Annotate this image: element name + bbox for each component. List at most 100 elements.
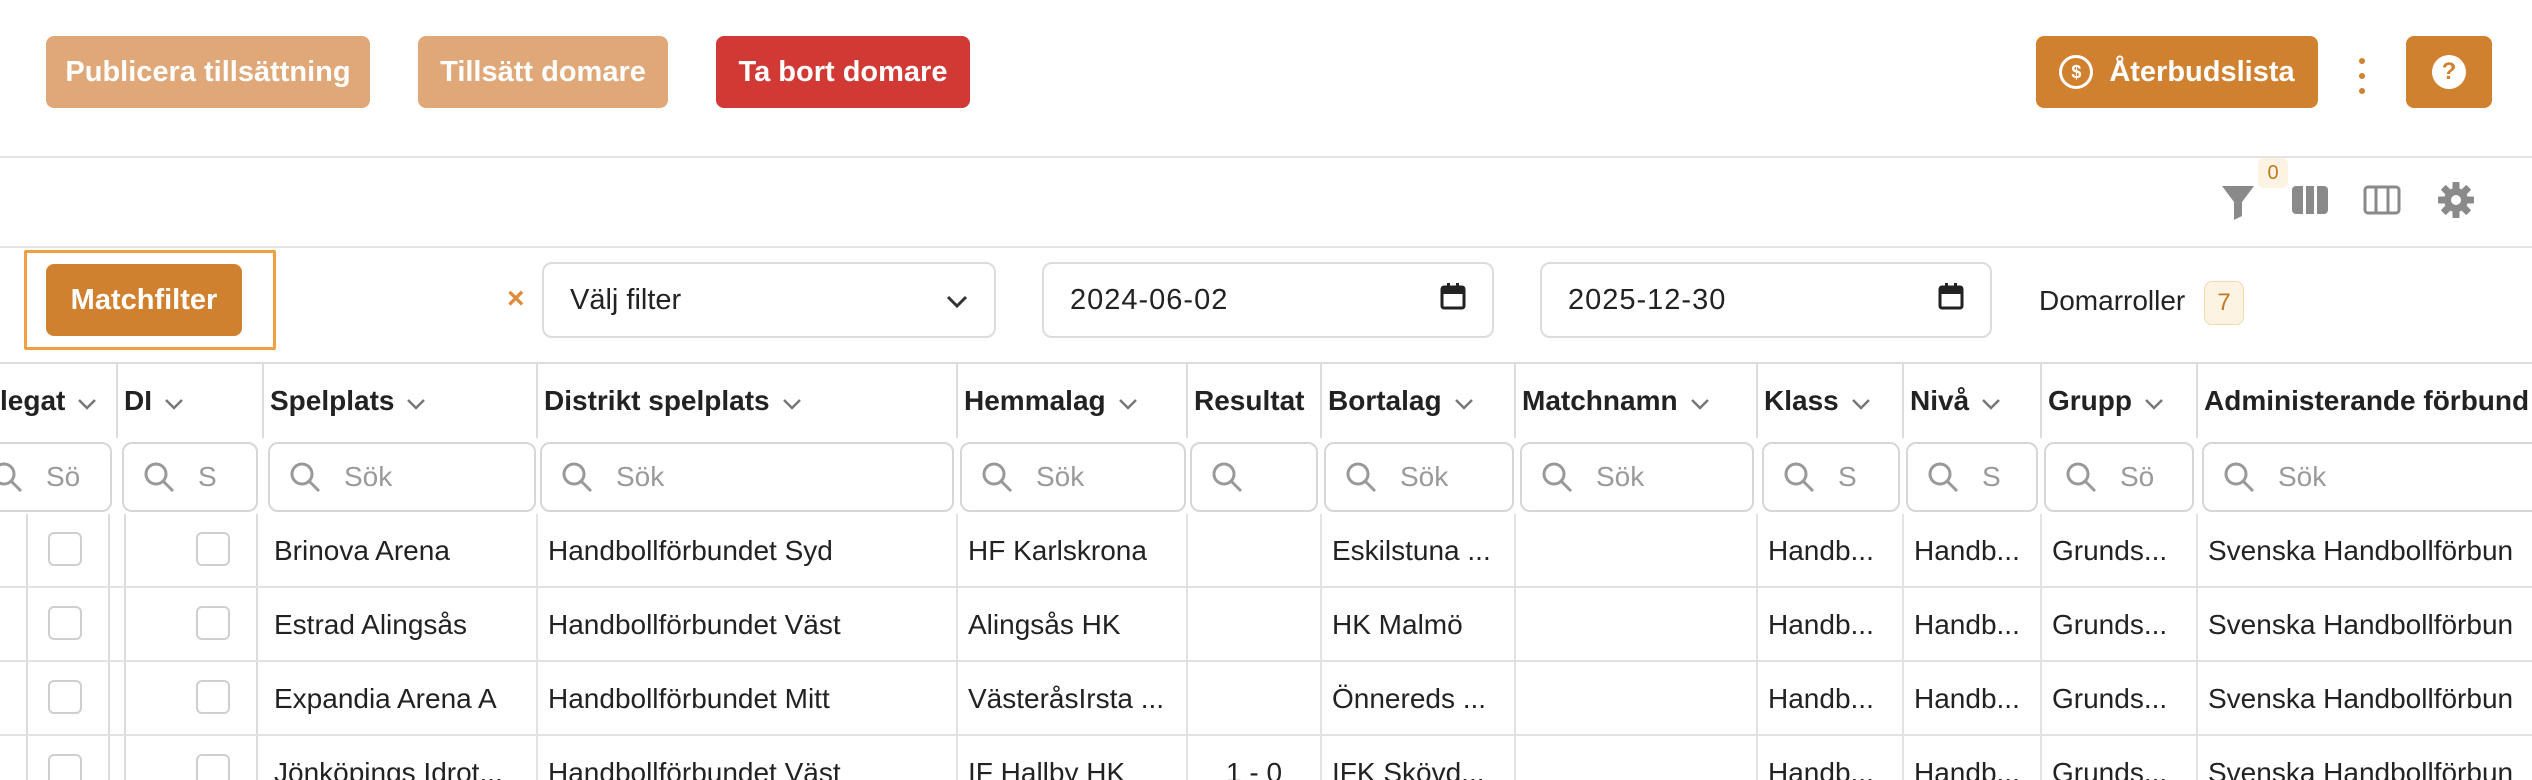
search-input-di[interactable]: S (122, 442, 258, 512)
cancellation-list-label: Återbudslista (2109, 55, 2295, 88)
cell-distrikt: Handbollförbundet Väst (538, 588, 958, 662)
matches-grid: legat DI Spelplats Distrikt spelplats He… (0, 362, 2532, 780)
search-input-spelplats[interactable]: Sök (268, 442, 536, 512)
column-header-label: Bortalag (1328, 385, 1442, 416)
chevron-down-icon (782, 385, 802, 417)
date-from-input[interactable]: 2024-06-02 (1042, 262, 1494, 338)
cell-matchnamn (1516, 514, 1758, 588)
filter-select-value: Välj filter (570, 283, 682, 316)
columns-outline-icon[interactable] (2362, 178, 2402, 222)
di-checkbox[interactable] (196, 606, 230, 640)
date-to-input[interactable]: 2025-12-30 (1540, 262, 1992, 338)
cell-distrikt: Handbollförbundet Mitt (538, 662, 958, 736)
search-input-niva[interactable]: S (1906, 442, 2038, 512)
column-header-administerande-forbund[interactable]: Administerande förbund (2198, 364, 2532, 438)
cell-klass: Handb... (1758, 736, 1904, 780)
more-options-icon[interactable] (2350, 58, 2374, 94)
cell-resultat (1188, 588, 1322, 662)
search-input-hemmalag[interactable]: Sök (960, 442, 1186, 512)
cell-spelplats: Estrad Alingsås (264, 588, 538, 662)
dollar-icon: $ (2059, 55, 2094, 89)
column-divider (256, 514, 258, 780)
cell-niva: Handb... (1904, 588, 2042, 662)
filter-count-badge: 0 (2258, 158, 2288, 188)
di-checkbox[interactable] (196, 680, 230, 714)
chevron-down-icon (77, 385, 97, 417)
cell-niva: Handb... (1904, 662, 2042, 736)
column-header-spelplats[interactable]: Spelplats (264, 364, 538, 438)
column-header-bortalag[interactable]: Bortalag (1322, 364, 1516, 438)
column-header-niva[interactable]: Nivå (1904, 364, 2042, 438)
search-placeholder: Sök (1036, 461, 1085, 492)
filter-icon[interactable] (2218, 178, 2258, 222)
chevron-down-icon (164, 385, 184, 417)
column-header-delegat[interactable]: legat (0, 364, 118, 438)
di-checkbox[interactable] (196, 532, 230, 566)
search-placeholder: Sök (2278, 461, 2327, 492)
column-header-di[interactable]: DI (118, 364, 264, 438)
search-icon (1212, 462, 1243, 493)
assign-referee-button[interactable]: Tillsätt domare (418, 36, 668, 108)
referee-roles-label: Domarroller (2039, 285, 2186, 316)
chevron-down-icon (1690, 385, 1710, 417)
search-input-klass[interactable]: S (1762, 442, 1900, 512)
search-placeholder: Sök (1596, 461, 1645, 492)
search-input-grupp[interactable]: Sö (2044, 442, 2194, 512)
search-input-delegat[interactable]: Sö (0, 442, 112, 512)
search-icon (2224, 462, 2255, 493)
delegat-checkbox[interactable] (48, 532, 82, 566)
search-input-administerande-forbund[interactable]: Sök (2202, 442, 2532, 512)
column-divider (108, 514, 110, 780)
columns-filled-icon[interactable] (2290, 178, 2330, 222)
cell-matchnamn (1516, 736, 1758, 780)
cell-resultat (1188, 662, 1322, 736)
search-icon (562, 462, 593, 493)
filter-select[interactable]: Välj filter (542, 262, 996, 338)
remove-referee-button[interactable]: Ta bort domare (716, 36, 970, 108)
calendar-icon[interactable] (1440, 282, 1466, 318)
search-icon (1784, 462, 1815, 493)
column-header-resultat[interactable]: Resultat (1188, 364, 1322, 438)
delegat-checkbox[interactable] (48, 606, 82, 640)
settings-gear-icon[interactable] (2436, 178, 2476, 222)
search-input-resultat[interactable] (1190, 442, 1318, 512)
column-header-grupp[interactable]: Grupp (2042, 364, 2198, 438)
search-icon (0, 462, 23, 493)
cell-forbund: Svenska Handbollförbun (2208, 535, 2514, 566)
column-header-label: legat (0, 385, 66, 416)
search-input-distrikt-spelplats[interactable]: Sök (540, 442, 954, 512)
cell-niva: Handb... (1904, 736, 2042, 780)
date-from-value: 2024-06-02 (1070, 283, 1229, 316)
clear-filter-icon[interactable]: × (507, 282, 525, 316)
search-placeholder: Sök (616, 461, 665, 492)
chevron-down-icon (2144, 385, 2164, 417)
date-to-value: 2025-12-30 (1568, 283, 1727, 316)
chevron-down-icon (946, 284, 968, 317)
cell-klass: Handb... (1758, 662, 1904, 736)
search-icon (1346, 462, 1377, 493)
di-checkbox[interactable] (196, 754, 230, 780)
search-icon (1542, 462, 1573, 493)
referee-roles-count-badge[interactable]: 7 (2204, 281, 2244, 325)
search-input-matchnamn[interactable]: Sök (1520, 442, 1754, 512)
search-input-bortalag[interactable]: Sök (1324, 442, 1514, 512)
matchfilter-button[interactable]: Matchfilter (46, 264, 242, 336)
delegat-checkbox[interactable] (48, 680, 82, 714)
cancellation-list-button[interactable]: $ Återbudslista (2036, 36, 2318, 108)
column-header-label: DI (124, 385, 152, 416)
column-header-hemmalag[interactable]: Hemmalag (958, 364, 1188, 438)
cell-bortalag: HK Malmö (1322, 588, 1516, 662)
cell-niva: Handb... (1904, 514, 2042, 588)
publish-assignment-button[interactable]: Publicera tillsättning (46, 36, 370, 108)
assign-referee-label: Tillsätt domare (440, 55, 646, 88)
chevron-down-icon (406, 385, 426, 417)
column-header-klass[interactable]: Klass (1758, 364, 1904, 438)
help-button[interactable]: ? (2406, 36, 2492, 108)
column-header-matchnamn[interactable]: Matchnamn (1516, 364, 1758, 438)
calendar-icon[interactable] (1938, 282, 1964, 318)
cell-hemmalag: HF Karlskrona (958, 514, 1188, 588)
cell-bortalag: Önnereds ... (1322, 662, 1516, 736)
column-header-distrikt-spelplats[interactable]: Distrikt spelplats (538, 364, 958, 438)
delegat-checkbox[interactable] (48, 754, 82, 780)
column-divider (26, 514, 28, 780)
